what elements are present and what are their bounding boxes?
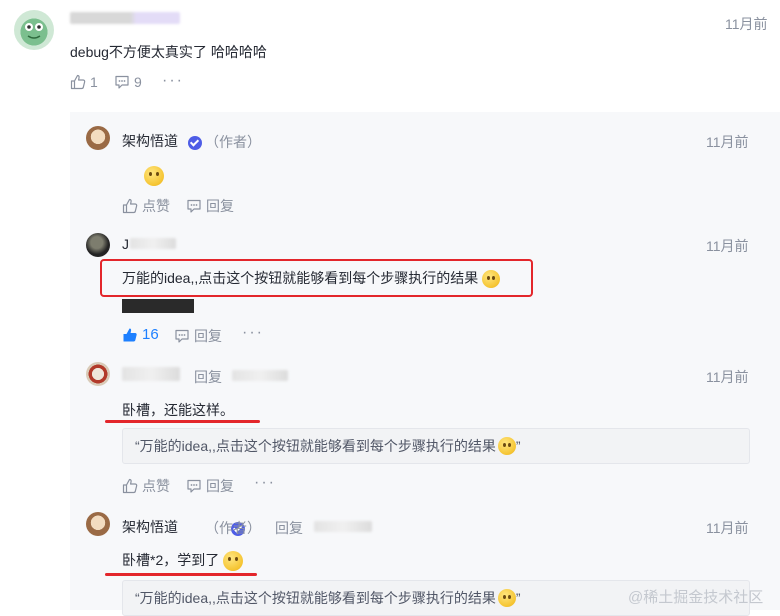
main-comment-author-redacted	[70, 12, 180, 24]
reply-3-reply-label: 回复	[206, 478, 234, 494]
thumb-up-icon	[122, 198, 138, 214]
reply-1-reply-button[interactable]: 回复	[186, 196, 234, 216]
reply-2-like-button[interactable]: 16	[122, 326, 159, 343]
reply-4-text: 卧槽*2，学到了	[122, 550, 244, 572]
reply-2-text-content: 万能的idea,,点击这个按钮就能够看到每个步骤执行的结果	[122, 270, 479, 286]
reply-2-text: 万能的idea,,点击这个按钮就能够看到每个步骤执行的结果	[122, 268, 501, 289]
verified-icon	[188, 136, 202, 150]
reply-4-quote-end: ”	[515, 590, 521, 606]
reply-2-reply-button[interactable]: 回复	[174, 326, 222, 346]
reply-3-reply-word: 回复	[194, 369, 222, 385]
reply-4-target-redacted	[314, 521, 372, 532]
reply-2-avatar[interactable]	[86, 233, 110, 257]
reply-3-underline	[105, 420, 260, 423]
comment-icon	[115, 75, 129, 89]
main-comment-more-button[interactable]: ···	[162, 72, 184, 90]
smile-emoji-icon	[497, 589, 516, 607]
reply-2-author-initial[interactable]: J	[122, 236, 129, 252]
watermark: @稀土掘金技术社区	[628, 589, 764, 606]
reply-3-target-redacted	[232, 370, 288, 381]
smile-emoji-icon	[497, 437, 516, 455]
reply-2-redacted-image	[122, 299, 194, 313]
comment-icon	[187, 199, 201, 213]
comment-icon	[187, 479, 201, 493]
comment-icon	[175, 329, 189, 343]
surprised-emoji-icon	[223, 551, 244, 572]
reply-3-reply-button[interactable]: 回复	[186, 476, 234, 496]
reply-3-like-button[interactable]: 点赞	[122, 476, 170, 496]
main-comment-reply-button[interactable]: 9	[114, 74, 142, 90]
reply-4-time: 11月前	[706, 520, 749, 536]
reply-4-avatar[interactable]	[86, 512, 110, 536]
reply-4-underline	[105, 573, 257, 576]
reply-2-author-redacted	[130, 238, 176, 249]
main-comment-like-count: 1	[90, 74, 98, 90]
main-comment-like-button[interactable]: 1	[70, 74, 98, 90]
reply-3-more-button[interactable]: ···	[254, 474, 276, 492]
main-comment-text: debug不方便太真实了 哈哈哈哈	[70, 44, 267, 60]
main-comment-avatar[interactable]	[14, 10, 54, 50]
main-comment-reply-count: 9	[134, 74, 142, 90]
reply-1-author[interactable]: 架构悟道	[122, 131, 178, 151]
reply-1-time: 11月前	[706, 134, 749, 150]
reply-4-text-content: 卧槽*2，学到了	[122, 552, 220, 568]
reply-1-reply-label: 回复	[206, 198, 234, 214]
reply-3-time: 11月前	[706, 369, 749, 385]
reply-3-avatar[interactable]	[86, 362, 110, 386]
reply-3-quote: “万能的idea,,点击这个按钮就能够看到每个步骤执行的结果 ”	[122, 428, 750, 464]
main-comment-time: 11月前	[725, 16, 768, 32]
thumb-up-icon	[70, 74, 86, 90]
reply-1-like-button[interactable]: 点赞	[122, 196, 170, 216]
reply-3-quote-end: ”	[515, 438, 521, 454]
reply-2-reply-label: 回复	[194, 328, 222, 344]
reply-4-reply-word: 回复	[275, 520, 303, 536]
reply-4-author[interactable]: 架构悟道	[122, 517, 178, 537]
reply-2-time: 11月前	[706, 238, 749, 254]
reply-1-like-label: 点赞	[142, 198, 170, 214]
smile-emoji-icon	[482, 270, 501, 289]
thumb-up-filled-icon	[123, 328, 137, 341]
reply-3-like-label: 点赞	[142, 478, 170, 494]
reply-2-more-button[interactable]: ···	[242, 324, 264, 342]
thumb-up-icon	[122, 478, 138, 494]
reply-2-like-count: 16	[142, 326, 159, 343]
reply-3-author-redacted	[122, 367, 180, 381]
reply-3-quote-text: “万能的idea,,点击这个按钮就能够看到每个步骤执行的结果	[135, 438, 496, 454]
frog-avatar-icon	[25, 23, 43, 39]
reply-4-author-badge: （作者）	[205, 520, 261, 536]
reply-4-quote-text: “万能的idea,,点击这个按钮就能够看到每个步骤执行的结果	[135, 590, 496, 606]
reply-3-text: 卧槽，还能这样。	[122, 402, 234, 418]
reply-1-avatar[interactable]	[86, 126, 110, 150]
reply-1-author-badge: （作者）	[205, 134, 261, 150]
